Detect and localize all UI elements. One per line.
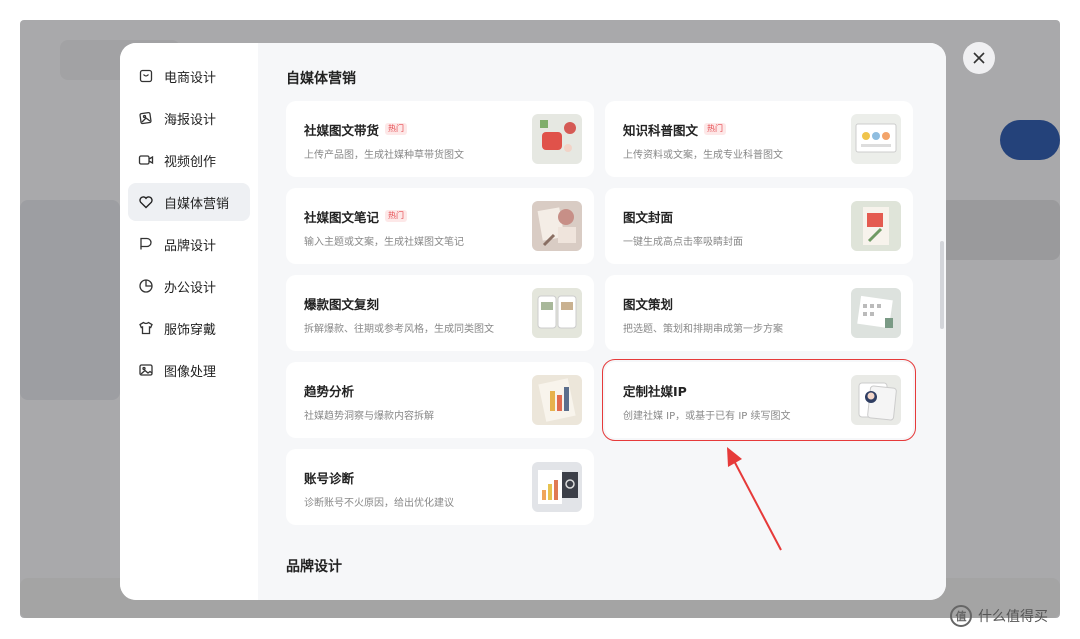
watermark-text: 什么值得买 <box>978 609 1048 625</box>
watermark: 值 什么值得买 <box>950 604 1048 628</box>
watermark-logo-icon: 值 <box>950 605 972 627</box>
annotation-arrow <box>727 447 782 551</box>
